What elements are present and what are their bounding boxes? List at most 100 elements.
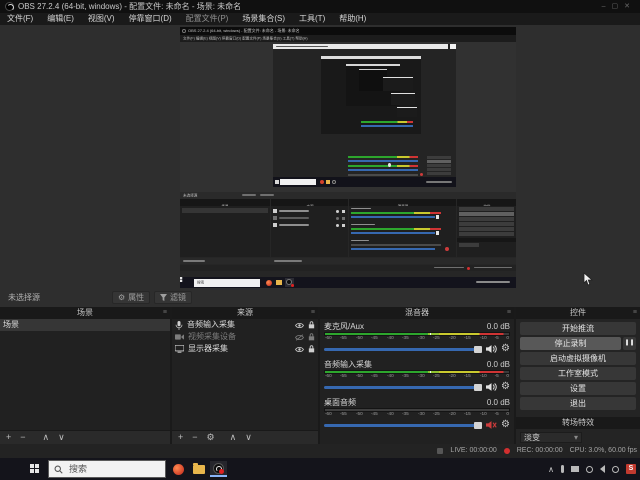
add-source-button[interactable]: + xyxy=(178,431,183,444)
stop-recording-button[interactable]: 停止录制 xyxy=(520,337,621,350)
taskbar-app-obs[interactable] xyxy=(210,461,227,477)
window-control-buttons[interactable]: –▢✕ xyxy=(602,0,636,13)
eye-icon[interactable] xyxy=(295,322,304,329)
nested-eye-icon xyxy=(336,217,339,220)
source-row-audio-input[interactable]: 音频输入采集 xyxy=(172,319,318,331)
menu-edit[interactable]: 编辑(E) xyxy=(47,13,74,25)
nested-mixer-meter xyxy=(351,212,441,214)
start-streaming-button[interactable]: 开始推流 xyxy=(520,322,636,335)
menu-file[interactable]: 文件(F) xyxy=(7,13,33,25)
scenes-header[interactable]: 场景≡ xyxy=(0,307,170,319)
nested-taskbar: 搜索 xyxy=(180,277,516,288)
mixer-header[interactable]: 混音器≡ xyxy=(320,307,514,319)
nested-search-box xyxy=(280,179,316,185)
search-input[interactable] xyxy=(67,463,156,475)
add-scene-button[interactable]: + xyxy=(6,431,11,444)
nested-volume-slider xyxy=(361,125,413,127)
lock-icon[interactable] xyxy=(308,345,315,353)
db-tick-label: -5 xyxy=(495,412,499,417)
menu-scene-collection[interactable]: 场景集合(S) xyxy=(242,13,285,25)
lock-icon[interactable] xyxy=(308,333,315,341)
start-button[interactable] xyxy=(30,464,40,474)
nested-sources-header: 来源 xyxy=(271,199,348,206)
slider-handle[interactable] xyxy=(474,422,482,429)
filters-label: 滤镜 xyxy=(170,292,186,304)
source-down-button[interactable]: ∨ xyxy=(245,431,252,444)
nested-dock-bodies xyxy=(180,206,516,257)
camera-icon xyxy=(175,333,184,341)
nested-source-toolbar: 未选择源 xyxy=(180,192,516,199)
settings-button[interactable]: 设置 xyxy=(520,382,636,395)
tray-expand-icon[interactable]: ∧ xyxy=(548,465,554,474)
channel-gear-icon[interactable]: ⚙ xyxy=(501,382,510,392)
nested-mixer-meter xyxy=(348,156,418,158)
nested-channel-name xyxy=(351,208,371,209)
slider-handle[interactable] xyxy=(474,346,482,353)
taskbar-search[interactable] xyxy=(48,460,166,478)
transition-select[interactable]: 淡变▾ xyxy=(520,432,582,443)
eye-icon[interactable] xyxy=(295,346,304,353)
lock-icon[interactable] xyxy=(308,321,315,329)
scene-row[interactable]: 场景 xyxy=(0,319,170,331)
db-tick-label: -60 xyxy=(325,412,332,417)
speaker-icon[interactable] xyxy=(486,344,497,354)
tray-app-icon[interactable] xyxy=(586,466,593,473)
db-tick-label: -60 xyxy=(325,374,332,379)
menu-view[interactable]: 视图(V) xyxy=(88,13,115,25)
start-virtual-camera-button[interactable]: 启动虚拟摄像机 xyxy=(520,352,636,365)
db-tick-label: -25 xyxy=(433,412,440,417)
maximize-button[interactable]: ▢ xyxy=(612,3,625,10)
tray-window-icon[interactable] xyxy=(571,466,579,472)
slider-handle[interactable] xyxy=(474,384,482,391)
source-up-button[interactable]: ∧ xyxy=(230,431,237,444)
menu-docks[interactable]: 停靠窗口(D) xyxy=(129,13,172,25)
close-button[interactable]: ✕ xyxy=(624,3,636,10)
volume-slider[interactable] xyxy=(324,424,482,427)
speaker-muted-icon[interactable] xyxy=(486,420,497,430)
nested-transitions-header xyxy=(457,238,516,242)
filters-button[interactable]: 滤镜 xyxy=(154,291,192,304)
dock-grip-icon: ≡ xyxy=(311,307,315,319)
volume-slider[interactable] xyxy=(324,386,482,389)
sources-header[interactable]: 来源≡ xyxy=(172,307,318,319)
exit-button[interactable]: 退出 xyxy=(520,397,636,410)
eye-hidden-icon[interactable] xyxy=(295,334,304,341)
scene-down-button[interactable]: ∨ xyxy=(58,431,65,444)
source-row-video-capture[interactable]: 视频采集设备 xyxy=(172,331,318,343)
remove-scene-button[interactable]: − xyxy=(20,431,25,444)
tray-speaker-icon[interactable] xyxy=(600,465,605,473)
taskbar-app-explorer[interactable] xyxy=(190,461,207,477)
nested-lock-icon xyxy=(342,210,345,213)
tray-red-app-icon[interactable]: S xyxy=(626,464,636,474)
transitions-header[interactable]: 转场特效 xyxy=(516,417,640,429)
nested-start-icon xyxy=(275,180,279,184)
volume-slider[interactable] xyxy=(324,348,482,351)
video-preview[interactable]: OBS 27.2.4 (64-bit, windows) - 配置文件: 未命名… xyxy=(180,27,516,288)
menu-help[interactable]: 帮助(H) xyxy=(339,13,366,25)
studio-mode-button[interactable]: 工作室模式 xyxy=(520,367,636,380)
properties-button[interactable]: ⚙ 属性 xyxy=(112,291,150,304)
channel-gear-icon[interactable]: ⚙ xyxy=(501,344,510,354)
source-row-display-capture[interactable]: 显示器采集 xyxy=(172,343,318,355)
minimize-button[interactable]: – xyxy=(602,3,612,10)
remove-source-button[interactable]: − xyxy=(192,431,197,444)
nested-button xyxy=(427,156,451,159)
db-tick-label: -40 xyxy=(387,412,394,417)
menu-tools[interactable]: 工具(T) xyxy=(299,13,325,25)
source-properties-button[interactable]: ⚙ xyxy=(207,431,215,444)
tray-network-icon[interactable] xyxy=(612,466,619,473)
db-tick-label: 0 xyxy=(507,374,510,379)
taskbar-app-browser[interactable] xyxy=(170,461,187,477)
speaker-icon[interactable] xyxy=(486,382,497,392)
scenes-dock: 场景≡ 场景 + − ∧ ∨ xyxy=(0,307,170,444)
channel-gear-icon[interactable]: ⚙ xyxy=(501,420,510,430)
controls-header[interactable]: 控件≡ xyxy=(516,307,640,319)
pause-recording-button[interactable]: ❚❚ xyxy=(623,337,636,350)
menu-profile[interactable]: 配置文件(P) xyxy=(186,13,229,25)
db-scale: -60-55-50-45-40-35-30-25-20-15-10-50 xyxy=(324,374,510,381)
network-status-icon xyxy=(437,448,443,454)
window-titlebar[interactable]: OBS 27.2.4 (64-bit, windows) - 配置文件: 未命名… xyxy=(0,0,640,13)
tray-mic-icon[interactable] xyxy=(561,465,564,473)
scene-up-button[interactable]: ∧ xyxy=(43,431,50,444)
nested-preview-body xyxy=(180,42,516,192)
